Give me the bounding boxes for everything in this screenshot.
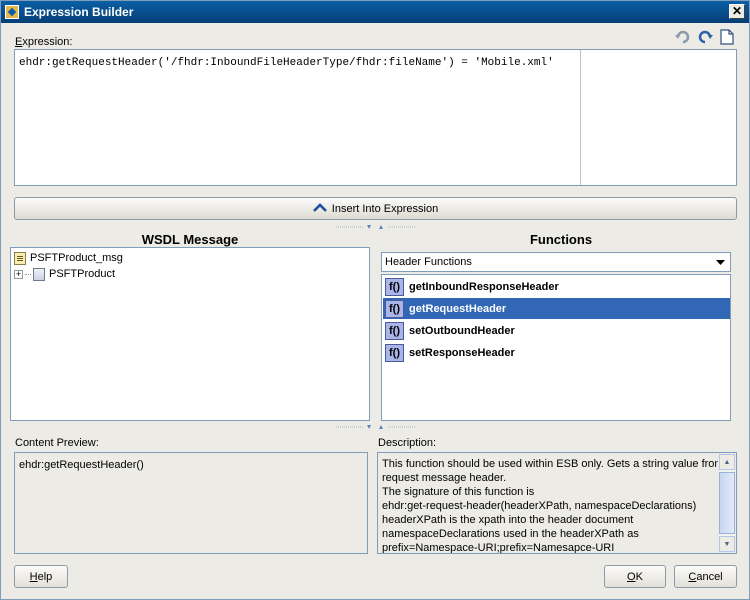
tree-connector	[25, 273, 31, 275]
title-bar[interactable]: Expression Builder ✕	[1, 1, 749, 23]
expression-label: Expression:	[15, 36, 73, 48]
insert-button-label: Insert Into Expression	[331, 202, 439, 215]
wsdl-message-tree[interactable]: PSFTProduct_msg + PSFTProduct	[10, 247, 370, 421]
functions-title: Functions	[529, 232, 593, 247]
cancel-mnemonic: C	[688, 570, 697, 583]
description-scrollbar[interactable]: ▲ ▼	[719, 454, 735, 552]
window-title: Expression Builder	[24, 5, 134, 19]
help-button[interactable]: Help	[14, 565, 68, 588]
expand-icon[interactable]: +	[14, 269, 23, 279]
tree-item-label: PSFTProduct	[49, 268, 116, 280]
function-item-set-outbound-header[interactable]: f() setOutboundHeader	[383, 320, 730, 341]
scroll-thumb[interactable]	[719, 472, 735, 534]
app-icon	[5, 5, 19, 19]
new-document-icon[interactable]	[719, 29, 735, 45]
undo-icon[interactable]	[675, 29, 691, 45]
expression-editor[interactable]: ehdr:getRequestHeader('/fhdr:InboundFile…	[14, 49, 737, 186]
cancel-button[interactable]: Cancel	[674, 565, 737, 588]
function-label: getInboundResponseHeader	[409, 280, 559, 293]
function-item-get-inbound-response-header[interactable]: f() getInboundResponseHeader	[383, 276, 730, 297]
ok-label-rest: K	[635, 570, 643, 583]
function-label: setResponseHeader	[409, 346, 515, 359]
function-category-value: Header Functions	[385, 256, 472, 268]
expression-builder-dialog: Expression Builder ✕ Expression: ehdr:ge…	[0, 0, 750, 600]
expression-text: ehdr:getRequestHeader('/fhdr:InboundFile…	[19, 57, 554, 69]
description-text: This function should be used within ESB …	[382, 457, 718, 554]
function-icon: f()	[385, 343, 404, 362]
scroll-up-icon[interactable]: ▲	[719, 454, 735, 470]
help-label-rest: elp	[37, 570, 53, 583]
chevron-down-icon[interactable]	[713, 255, 728, 269]
description-line: This function should be used within ESB …	[382, 458, 718, 470]
ok-mnemonic: O	[627, 570, 636, 583]
description-line: The signature of this function is	[382, 486, 535, 498]
editor-margin-line	[580, 50, 581, 185]
description-label: Description:	[378, 437, 437, 449]
close-button[interactable]: ✕	[729, 4, 745, 19]
description-line: prefix=Namespace-URI;prefix=Namesapce-UR…	[382, 542, 615, 554]
tree-item-part[interactable]: + PSFTProduct	[14, 266, 115, 282]
function-icon: f()	[385, 321, 404, 340]
functions-list[interactable]: f() getInboundResponseHeader f() getRequ…	[381, 274, 731, 421]
description-line: request message header.	[382, 472, 507, 484]
description-line: ehdr:get-request-header(headerXPath, nam…	[382, 500, 697, 512]
content-preview-box: ehdr:getRequestHeader()	[14, 452, 368, 554]
function-label: setOutboundHeader	[409, 324, 515, 337]
part-icon	[33, 267, 45, 281]
horizontal-splitter-handle[interactable]	[336, 424, 416, 430]
help-mnemonic: H	[29, 570, 38, 583]
wsdl-message-title: WSDL Message	[141, 232, 239, 247]
function-icon: f()	[385, 299, 404, 318]
tree-item-message[interactable]: PSFTProduct_msg	[14, 250, 123, 266]
redo-icon[interactable]	[697, 29, 713, 45]
function-item-set-response-header[interactable]: f() setResponseHeader	[383, 342, 730, 363]
tree-item-label: PSFTProduct_msg	[30, 252, 123, 264]
description-line: namespaceDeclarations used in the header…	[382, 528, 639, 540]
message-icon	[14, 251, 26, 265]
insert-into-expression-button[interactable]: Insert Into Expression	[14, 197, 737, 220]
function-label: getRequestHeader	[409, 302, 507, 315]
description-box: This function should be used within ESB …	[377, 452, 737, 554]
content-preview-text: ehdr:getRequestHeader()	[19, 459, 144, 471]
function-item-get-request-header[interactable]: f() getRequestHeader	[383, 298, 730, 319]
function-icon: f()	[385, 277, 404, 296]
ok-button[interactable]: OK	[604, 565, 666, 588]
cancel-label-rest: ancel	[696, 570, 723, 583]
content-preview-label: Content Preview:	[15, 437, 99, 449]
scroll-down-icon[interactable]: ▼	[719, 536, 735, 552]
expression-toolbar	[675, 29, 735, 45]
chevron-up-icon	[312, 202, 327, 215]
function-category-select[interactable]: Header Functions	[381, 252, 731, 272]
description-line: headerXPath is the xpath into the header…	[382, 514, 634, 526]
vertical-splitter-handle[interactable]	[336, 224, 416, 230]
